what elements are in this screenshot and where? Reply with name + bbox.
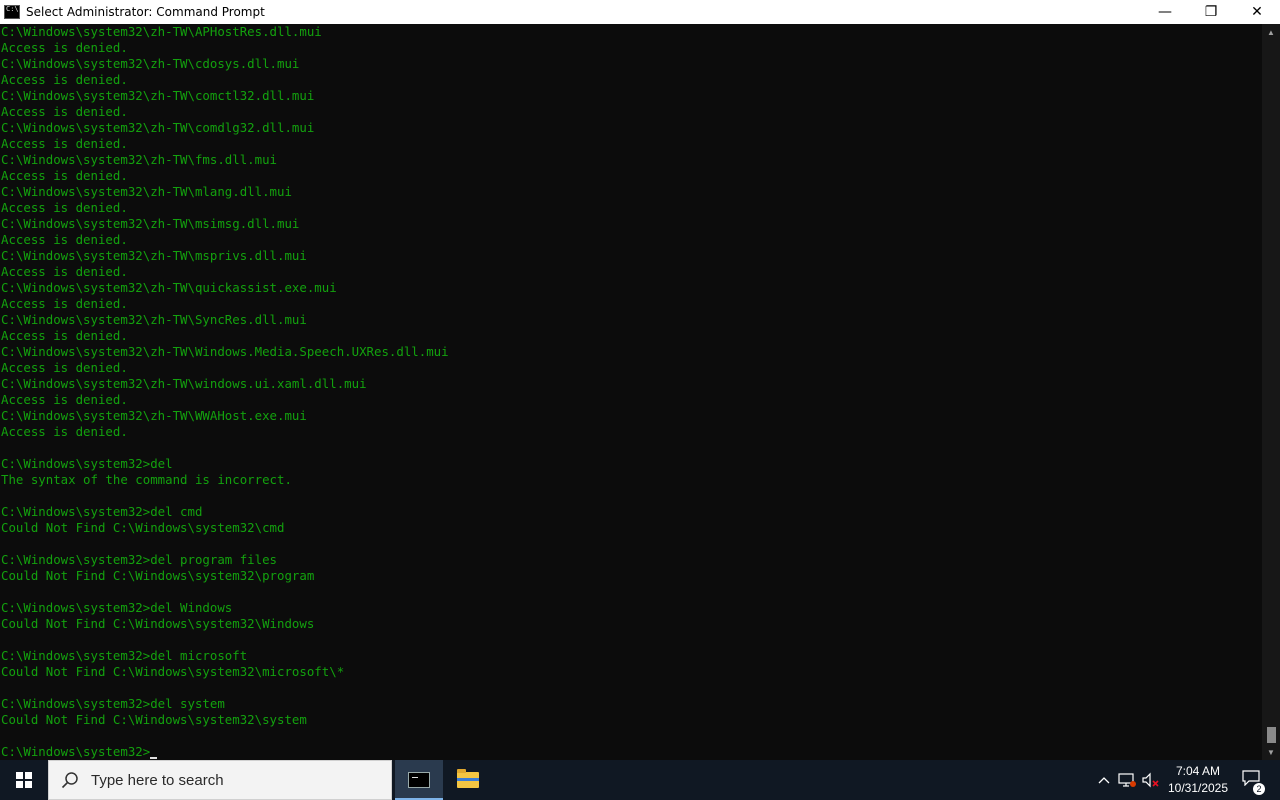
console-prompt: C:\Windows\system32>	[1, 744, 151, 759]
console-line: C:\Windows\system32\zh-TW\msimsg.dll.mui	[1, 216, 300, 231]
console-line: Could Not Find C:\Windows\system32\micro…	[1, 664, 345, 679]
taskbar: 7:04 AM 10/31/2025 2	[0, 760, 1280, 800]
console-line: C:\Windows\system32\zh-TW\fms.dll.mui	[1, 152, 278, 167]
console-line: C:\Windows\system32\zh-TW\msprivs.dll.mu…	[1, 248, 307, 263]
console-lines: C:\Windows\system32\zh-TW\APHostRes.dll.…	[1, 24, 449, 727]
console-line: C:\Windows\system32\zh-TW\mlang.dll.mui	[1, 184, 292, 199]
console-line: Access is denied.	[1, 136, 128, 151]
console-line: C:\Windows\system32\zh-TW\APHostRes.dll.…	[1, 24, 322, 39]
console-line: Access is denied.	[1, 40, 128, 55]
console-line: C:\Windows\system32\zh-TW\cdosys.dll.mui	[1, 56, 300, 71]
console-line: C:\Windows\system32>del program files	[1, 552, 278, 567]
console-line: Access is denied.	[1, 104, 128, 119]
console-line: C:\Windows\system32>del Windows	[1, 600, 233, 615]
search-input[interactable]	[89, 770, 373, 790]
clock-time: 7:04 AM	[1175, 764, 1221, 778]
console-line: C:\Windows\system32\zh-TW\windows.ui.xam…	[1, 376, 367, 391]
start-button[interactable]	[0, 760, 48, 800]
console-line: Could Not Find C:\Windows\system32\Windo…	[1, 616, 315, 631]
windows-logo-icon	[16, 772, 32, 788]
notification-count-badge: 2	[1253, 782, 1265, 795]
console-line: C:\Windows\system32>del	[1, 456, 173, 471]
console-line: Access is denied.	[1, 168, 128, 183]
search-icon	[61, 771, 89, 789]
console-line: C:\Windows\system32\zh-TW\comdlg32.dll.m…	[1, 120, 315, 135]
network-disconnected-icon	[1118, 773, 1136, 787]
console-line: C:\Windows\system32\zh-TW\WWAHost.exe.mu…	[1, 408, 307, 423]
minimize-button[interactable]: —	[1142, 0, 1188, 24]
show-hidden-icons-button[interactable]	[1094, 760, 1114, 800]
window-controls: — ❐ ✕	[1142, 0, 1280, 24]
close-button[interactable]: ✕	[1234, 0, 1280, 24]
command-prompt-icon	[408, 772, 430, 788]
console-line: C:\Windows\system32\zh-TW\Windows.Media.…	[1, 344, 449, 359]
console-line: C:\Windows\system32>del cmd	[1, 504, 203, 519]
taskbar-command-prompt-button[interactable]	[395, 760, 443, 800]
console-line: Could Not Find C:\Windows\system32\progr…	[1, 568, 315, 583]
taskbar-clock[interactable]: 7:04 AM 10/31/2025	[1160, 760, 1236, 800]
scroll-up-arrow-icon[interactable]: ▲	[1262, 24, 1280, 40]
console-line: The syntax of the command is incorrect.	[1, 472, 292, 487]
action-center-button[interactable]: 2	[1236, 760, 1266, 800]
console-line: Could Not Find C:\Windows\system32\cmd	[1, 520, 285, 535]
scrollbar-thumb[interactable]	[1267, 727, 1276, 743]
console-line: Access is denied.	[1, 232, 128, 247]
command-prompt-icon[interactable]	[4, 5, 20, 19]
restore-button[interactable]: ❐	[1188, 0, 1234, 24]
console-line: Access is denied.	[1, 392, 128, 407]
chevron-up-icon	[1098, 777, 1110, 784]
title-bar[interactable]: Select Administrator: Command Prompt — ❐…	[0, 0, 1280, 24]
console-line: Access is denied.	[1, 200, 128, 215]
volume-muted-icon	[1142, 772, 1159, 788]
taskbar-file-explorer-button[interactable]	[444, 760, 492, 800]
console-line: C:\Windows\system32>del microsoft	[1, 648, 248, 663]
console-line: C:\Windows\system32\zh-TW\comctl32.dll.m…	[1, 88, 315, 103]
console-line: Access is denied.	[1, 360, 128, 375]
console-output-area[interactable]: C:\Windows\system32\zh-TW\APHostRes.dll.…	[0, 24, 1262, 760]
file-explorer-folder-icon	[457, 769, 479, 788]
notification-icon: 2	[1242, 769, 1265, 795]
volume-button[interactable]	[1140, 760, 1162, 800]
console-line: C:\Windows\system32\zh-TW\SyncRes.dll.mu…	[1, 312, 307, 327]
console-text[interactable]: C:\Windows\system32\zh-TW\APHostRes.dll.…	[0, 24, 1262, 760]
console-line: Access is denied.	[1, 296, 128, 311]
console-line: Could Not Find C:\Windows\system32\syste…	[1, 712, 307, 727]
taskbar-search-box[interactable]	[48, 760, 392, 800]
clock-date: 10/31/2025	[1167, 781, 1229, 795]
network-button[interactable]	[1116, 760, 1138, 800]
console-line: Access is denied.	[1, 328, 128, 343]
console-line: C:\Windows\system32\zh-TW\quickassist.ex…	[1, 280, 337, 295]
scroll-down-arrow-icon[interactable]: ▼	[1262, 744, 1280, 760]
console-line: Access is denied.	[1, 264, 128, 279]
window-title: Select Administrator: Command Prompt	[26, 5, 265, 19]
console-line: Access is denied.	[1, 72, 128, 87]
vertical-scrollbar[interactable]: ▲ ▼	[1262, 24, 1280, 760]
text-cursor	[150, 757, 158, 759]
console-line: Access is denied.	[1, 424, 128, 439]
console-line: C:\Windows\system32>del system	[1, 696, 225, 711]
